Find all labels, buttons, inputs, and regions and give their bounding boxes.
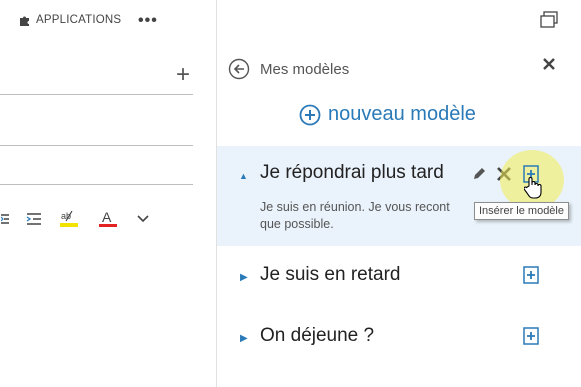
- svg-text:A: A: [102, 209, 112, 225]
- caret-right-icon[interactable]: ▶: [240, 333, 248, 344]
- divider-subject-field: [0, 184, 193, 185]
- pencil-icon[interactable]: [471, 166, 487, 182]
- highlight-color-icon: ab: [60, 210, 78, 227]
- font-color-button[interactable]: A: [97, 207, 119, 231]
- popout-window-icon[interactable]: [540, 11, 558, 29]
- indent-icon: [26, 213, 41, 225]
- more-format-button[interactable]: [134, 207, 152, 231]
- applications-button[interactable]: APPLICATIONS: [19, 14, 121, 26]
- close-icon[interactable]: [542, 57, 556, 71]
- font-color-icon: A: [99, 209, 117, 227]
- insert-template-icon[interactable]: [522, 327, 540, 345]
- template-title[interactable]: Je répondrai plus tard: [260, 162, 444, 184]
- outdent-button[interactable]: [0, 207, 10, 231]
- caret-up-icon[interactable]: ▲: [239, 171, 248, 181]
- new-template-button[interactable]: nouveau modèle: [299, 103, 476, 126]
- puzzle-icon: [20, 16, 29, 26]
- add-button[interactable]: +: [176, 63, 190, 87]
- template-title[interactable]: Je suis en retard: [260, 264, 400, 286]
- format-toolbar: ab A: [0, 207, 200, 231]
- indent-button[interactable]: [24, 207, 44, 231]
- outdent-icon: [1, 214, 9, 224]
- caret-right-icon[interactable]: ▶: [240, 272, 248, 283]
- applications-label: APPLICATIONS: [36, 14, 122, 26]
- top-bar: APPLICATIONS •••: [0, 0, 217, 44]
- template-title[interactable]: On déjeune ?: [260, 325, 374, 347]
- chevron-down-icon: [137, 215, 149, 223]
- template-preview: Je suis en réunion. Je vous recont que p…: [260, 200, 450, 231]
- highlight-button[interactable]: ab: [58, 207, 80, 231]
- back-arrow-icon[interactable]: [228, 58, 250, 80]
- more-options-button[interactable]: •••: [138, 12, 158, 30]
- add-circle-icon: [299, 104, 321, 125]
- insert-tooltip: Insérer le modèle: [474, 202, 569, 220]
- divider-to-field: [0, 94, 193, 95]
- hand-cursor-icon: [524, 177, 542, 199]
- panel-title: Mes modèles: [260, 61, 350, 78]
- divider-cc-field: [0, 145, 193, 146]
- new-template-label: nouveau modèle: [328, 103, 476, 125]
- insert-template-icon[interactable]: [522, 266, 540, 284]
